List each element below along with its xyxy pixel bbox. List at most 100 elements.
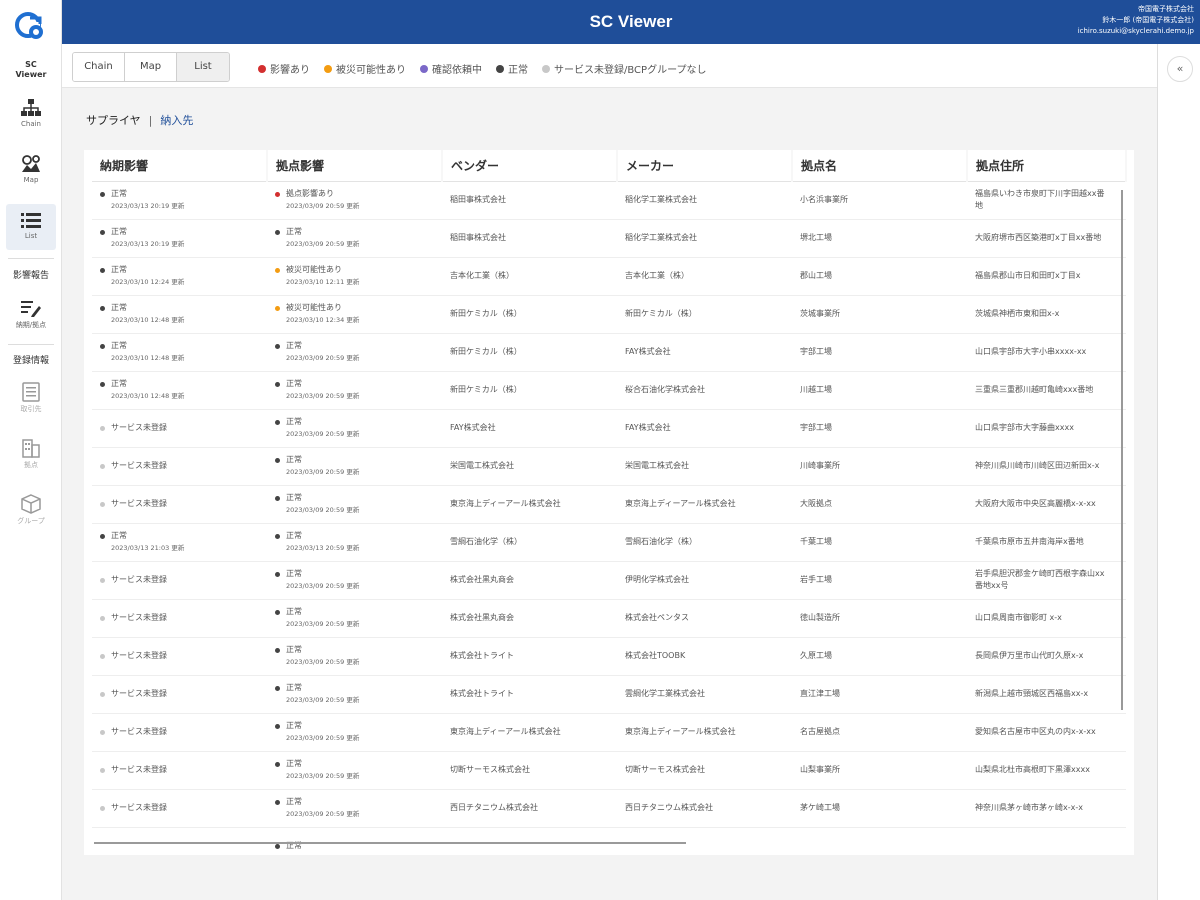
building-icon <box>22 439 40 458</box>
vendor-cell: 新田ケミカル（株） <box>442 371 617 410</box>
maker-cell: FAY株式会社 <box>617 333 792 372</box>
site-name-cell: 徳山製造所 <box>792 599 967 638</box>
table-row[interactable]: サービス未登録 正常 2023/03/09 20:59 更新 切断サーモス株式会社 切断… <box>92 751 1126 790</box>
table-row[interactable]: サービス未登録 正常 2023/03/09 20:59 更新 東京海上ディーアール株式… <box>92 713 1126 752</box>
table-row[interactable]: 正常 2023/03/13 20:19 更新 正常 2023/03/09 20:59 … <box>92 219 1126 258</box>
table-row[interactable]: サービス未登録 正常 2023/03/09 20:59 更新 株式会社黒丸商会 伊明化学… <box>92 561 1126 600</box>
nav-list[interactable]: List <box>6 204 56 250</box>
delivery-cell: 正常 2023/03/13 20:19 更新 <box>92 219 267 258</box>
tab-customer[interactable]: 納入先 <box>160 114 193 127</box>
nav-suppliers[interactable]: 取引先 <box>6 376 56 422</box>
site-cell: 正常 2023/03/09 20:59 更新 <box>267 409 442 448</box>
view-chain-button[interactable]: Chain <box>73 53 125 81</box>
col-maker[interactable]: メーカー <box>617 150 793 182</box>
tab-supplier[interactable]: サプライヤ <box>86 114 141 127</box>
vendor-cell: 新田ケミカル（株） <box>442 333 617 372</box>
status-line: サービス未登録 <box>100 650 267 662</box>
status-timestamp: 2023/03/09 20:59 更新 <box>286 392 360 400</box>
nav-sites[interactable]: 拠点 <box>6 432 56 478</box>
status-timestamp: 2023/03/09 20:59 更新 <box>286 658 360 666</box>
status-dot-icon <box>100 805 105 811</box>
status-dot-icon <box>100 381 105 387</box>
table-row[interactable]: サービス未登録 正常 2023/03/09 20:59 更新 FAY株式会社 FAY株式… <box>92 409 1126 448</box>
edit-report-icon <box>21 301 41 317</box>
table-row[interactable]: サービス未登録 正常 2023/03/09 20:59 更新 栄国電工株式会社 栄国電工… <box>92 447 1126 486</box>
col-site-name[interactable]: 拠点名 <box>792 150 968 182</box>
legend-label: サービス未登録/BCPグループなし <box>554 65 707 76</box>
right-panel: « <box>1157 44 1200 900</box>
col-site-address[interactable]: 拠点住所 <box>967 150 1127 182</box>
nav-groups[interactable]: グループ <box>6 488 56 534</box>
address-cell: 神奈川県茅ヶ崎市茅ヶ崎x-x-x <box>967 789 1126 828</box>
col-delivery-impact[interactable]: 納期影響 <box>92 150 268 182</box>
vendor-cell: 東京海上ディーアール株式会社 <box>442 485 617 524</box>
col-site-impact[interactable]: 拠点影響 <box>267 150 443 182</box>
status-line: 正常 <box>100 340 267 352</box>
table-row[interactable]: サービス未登録 正常 2023/03/09 20:59 更新 西日チタニウム株式会社西… <box>92 789 1126 828</box>
table-row[interactable]: サービス未登録 正常 2023/03/09 20:59 更新 株式会社黒丸商会 株式会社… <box>92 599 1126 638</box>
vendor-cell: 稲田事株式会社 <box>442 219 617 258</box>
delivery-cell: サービス未登録 <box>92 409 267 448</box>
nav-impact-label: 納期/拠点 <box>15 321 47 329</box>
table-row[interactable]: 正常 2023/03/10 12:48 更新 被災可能性あり 2023/03/10 1… <box>92 295 1126 334</box>
table-row[interactable]: 正常 <box>92 827 1126 855</box>
site-name-cell: 茅ケ崎工場 <box>792 789 967 828</box>
maker-cell: 東京海上ディーアール株式会社 <box>617 713 792 752</box>
status-timestamp: 2023/03/09 20:59 更新 <box>286 620 360 628</box>
table-row[interactable]: サービス未登録 正常 2023/03/09 20:59 更新 株式会社トライト 株式会社… <box>92 637 1126 676</box>
legend-dot-icon <box>496 64 504 73</box>
table-row[interactable]: サービス未登録 正常 2023/03/09 20:59 更新 東京海上ディーアール株式… <box>92 485 1126 524</box>
maker-cell: 西日チタニウム株式会社 <box>617 789 792 828</box>
view-list-button[interactable]: List <box>177 53 229 81</box>
user-info[interactable]: 帝国電子株式会社 鈴木一郎 (帝国電子株式会社) ichiro.suzuki@s… <box>1078 4 1194 37</box>
col-vendor[interactable]: ベンダー <box>442 150 618 182</box>
legend-item: 正常 <box>496 61 528 76</box>
app-header: SC Viewer 帝国電子株式会社 鈴木一郎 (帝国電子株式会社) ichir… <box>62 0 1200 44</box>
status-timestamp: 2023/03/09 20:59 更新 <box>286 734 360 742</box>
table-row[interactable]: 正常 2023/03/10 12:48 更新 正常 2023/03/09 20:59 … <box>92 371 1126 410</box>
table-row[interactable]: 正常 2023/03/13 20:19 更新 拠点影響あり 2023/03/09 20… <box>92 181 1126 220</box>
status-text: 正常 <box>111 341 127 350</box>
site-cell: 正常 2023/03/09 20:59 更新 <box>267 675 442 714</box>
table-row[interactable]: 正常 2023/03/10 12:48 更新 正常 2023/03/09 20:59 … <box>92 333 1126 372</box>
nav-map[interactable]: Map <box>6 148 56 194</box>
status-text: サービス未登録 <box>111 575 167 584</box>
status-dot-icon <box>275 533 280 539</box>
status-line: 正常 <box>275 530 442 542</box>
status-text: 正常 <box>111 227 127 236</box>
table-row[interactable]: 正常 2023/03/10 12:24 更新 被災可能性あり 2023/03/10 1… <box>92 257 1126 296</box>
status-text: 正常 <box>286 379 302 388</box>
nav-chain[interactable]: Chain <box>6 92 56 138</box>
status-timestamp: 2023/03/10 12:11 更新 <box>286 278 360 286</box>
status-timestamp: 2023/03/09 20:59 更新 <box>286 582 360 590</box>
section-impact-report: 影響報告 <box>12 271 49 281</box>
table-row[interactable]: サービス未登録 正常 2023/03/09 20:59 更新 株式会社トライト 雲綱化学… <box>92 675 1126 714</box>
maker-cell: 株式会社ペンタス <box>617 599 792 638</box>
nav-impact-delivery-site[interactable]: 納期/拠点 <box>6 292 56 338</box>
status-line: 正常 <box>275 226 442 238</box>
status-timestamp: 2023/03/09 20:59 更新 <box>286 430 360 438</box>
status-timestamp: 2023/03/10 12:48 更新 <box>111 316 185 324</box>
supplier-table: 納期影響 拠点影響 ベンダー メーカー 拠点名 拠点住所 正常 2023/03/1… <box>92 150 1127 855</box>
table-row[interactable]: 正常 2023/03/13 21:03 更新 正常 2023/03/13 20:59 … <box>92 523 1126 562</box>
vertical-scrollbar[interactable] <box>1121 190 1123 710</box>
address-cell: 福島県郡山市日和田町x丁目x <box>967 257 1126 296</box>
status-dot-icon <box>100 533 105 539</box>
expand-panel-button[interactable]: « <box>1167 56 1193 82</box>
site-name-cell: 宇部工場 <box>792 409 967 448</box>
horizontal-scrollbar[interactable] <box>94 842 686 844</box>
view-map-button[interactable]: Map <box>125 53 177 81</box>
status-text: サービス未登録 <box>111 651 167 660</box>
delivery-cell: 正常 2023/03/13 21:03 更新 <box>92 523 267 562</box>
status-dot-icon <box>100 191 105 197</box>
status-line: 正常 <box>100 302 267 314</box>
maker-cell: 伊明化学株式会社 <box>617 561 792 600</box>
status-line: 正常 <box>275 568 442 580</box>
table-body: 正常 2023/03/13 20:19 更新 拠点影響あり 2023/03/09 20… <box>92 181 1126 855</box>
delivery-cell <box>92 827 267 855</box>
status-timestamp: 2023/03/10 12:48 更新 <box>111 392 185 400</box>
status-timestamp: 2023/03/13 20:19 更新 <box>111 202 185 210</box>
address-cell: 山口県宇部市大字小串xxxx-xx <box>967 333 1126 372</box>
app-logo[interactable] <box>14 10 46 42</box>
vendor-cell: FAY株式会社 <box>442 409 617 448</box>
